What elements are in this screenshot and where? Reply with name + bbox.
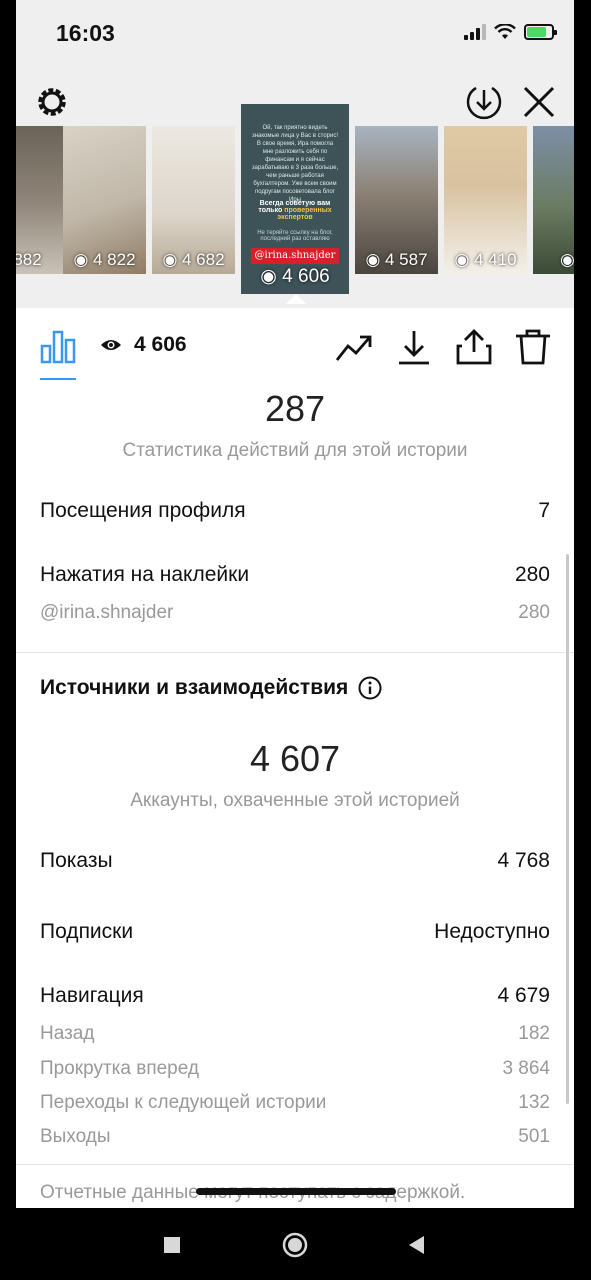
story-views: 4 587 [385,250,428,269]
story-small-text: Не теряйте ссылку на блог, последний раз… [257,230,333,242]
eye-icon: ◉ [260,266,283,287]
sticker-handle-row[interactable]: @irina.shnajder 280 [40,602,550,624]
current-story-pointer [286,294,306,304]
impressions-row: Показы 4 768 [40,849,550,872]
status-time: 16:03 [56,20,115,46]
back-icon[interactable] [402,1230,432,1260]
eye-icon: ◉ [365,250,385,269]
home-indicator[interactable] [196,1188,396,1195]
story-views: 4 822 [93,250,136,269]
promote-trend-icon[interactable] [334,328,374,366]
story-thumbnail[interactable]: ◉ 4 682 [152,126,235,274]
footer-divider [16,1164,574,1165]
story-views: 4 410 [474,250,517,269]
recent-apps-icon[interactable] [157,1230,187,1260]
story-thumbnails: 882 ◉ 4 822 ◉ 4 682 Ой, так приятно виде… [16,104,574,304]
signal-icon [464,24,486,40]
tab-viewers[interactable]: 4 606 [100,333,187,357]
android-nav-bar [0,1208,591,1280]
eye-icon: ◉ [162,250,182,269]
accounts-reached: 4 607 [249,738,341,779]
share-icon[interactable] [454,328,494,366]
story-viewer-header: 16:03 882 ◉ 4 822 ◉ 4 682 Ой, так приятн… [16,0,574,308]
story-highlight: Всегда советую вам только проверенных эк… [258,200,332,221]
eye-icon [101,340,121,350]
forward-row: Прокрутка вперед 3 864 [40,1058,550,1079]
actions-total: 287 [264,388,326,429]
actions-caption: Статистика действий для этой истории [122,440,468,461]
tab-insights-chart-icon[interactable] [40,328,76,364]
eye-icon: ◉ [73,250,93,269]
profile-visits-row: Посещения профиля 7 [40,499,550,522]
sticker-taps-row: Нажатия на наклейки 280 [40,563,550,586]
story-views: 4 682 [182,250,225,269]
story-mention-tag: @irina.shnajder [251,248,339,264]
wifi-icon [494,24,516,39]
exits-row: Выходы 501 [40,1126,550,1147]
story-views: 882 [16,250,42,269]
section-title: Источники и взаимодействия [40,676,382,700]
story-body-text: Ой, так приятно видеть знакомые лица у В… [251,125,339,203]
scrollbar[interactable] [566,554,569,1104]
navigation-row: Навигация 4 679 [40,984,550,1007]
status-icons [464,24,557,40]
story-thumbnail-current[interactable]: Ой, так приятно видеть знакомые лица у В… [241,104,349,294]
follows-row: Подписки Недоступно [40,920,550,943]
delete-trash-icon[interactable] [513,328,553,366]
story-views: 4 606 [282,266,330,287]
download-icon[interactable] [394,328,434,366]
eye-icon: ◉ [559,250,574,269]
story-insights-screen: 16:03 882 ◉ 4 822 ◉ 4 682 Ой, так приятн… [16,0,574,1208]
total-views: 4 606 [134,333,187,356]
battery-icon [524,24,557,40]
info-icon[interactable] [358,676,382,700]
story-thumbnail[interactable]: ◉ 4 410 [444,126,527,274]
back-row: Назад 182 [40,1023,550,1044]
story-thumbnail[interactable]: ◉ 4 [533,126,574,274]
home-icon[interactable] [280,1230,310,1260]
eye-icon: ◉ [454,250,474,269]
active-tab-indicator [40,378,76,380]
story-thumbnail[interactable]: ◉ 4 587 [355,126,438,274]
section-divider [16,652,574,653]
insights-content: 287 Статистика действий для этой истории… [16,382,574,1208]
next-story-row: Переходы к следующей истории 132 [40,1092,550,1113]
story-thumbnail[interactable]: ◉ 4 822 [63,126,146,274]
insights-toolbar: 4 606 [16,308,574,382]
accounts-caption: Аккаунты, охваченные этой историей [130,790,460,811]
story-thumbnail[interactable]: 882 [16,126,69,274]
